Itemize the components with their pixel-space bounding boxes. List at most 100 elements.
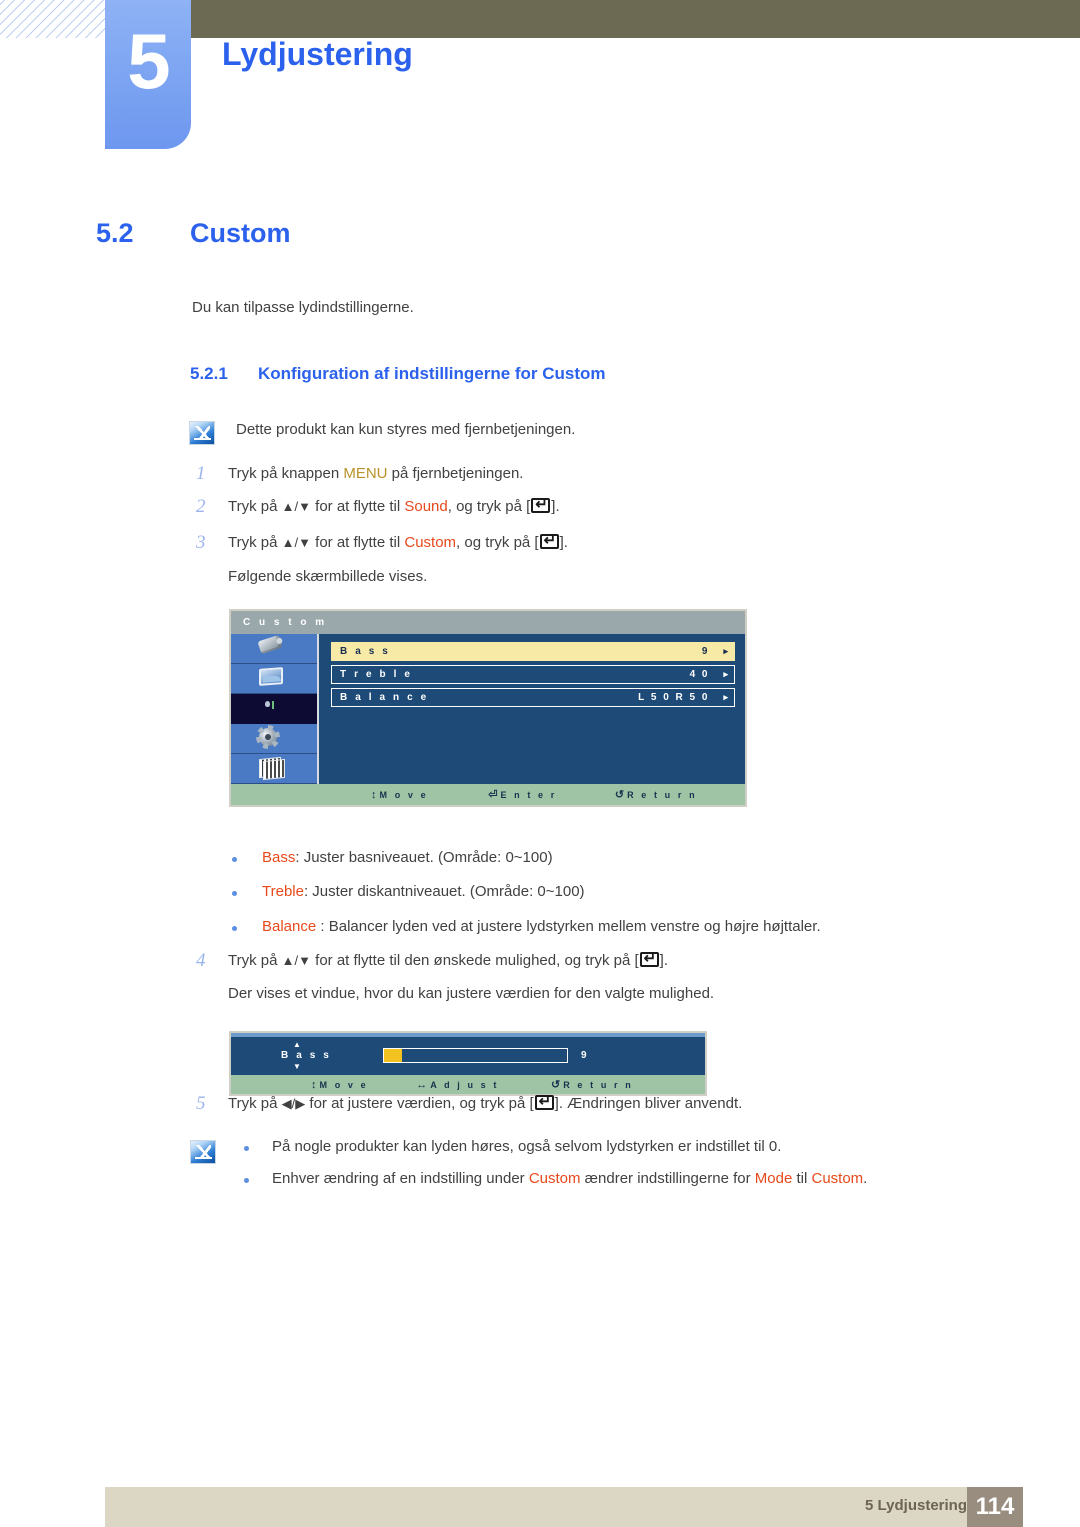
note-top-text: Dette produkt kan kun styres med fjernbe… (236, 421, 576, 438)
hatch-decoration (0, 0, 106, 38)
text-run: ]. Ændringen bliver anvendt. (554, 1095, 743, 1112)
bullet-marker (232, 857, 237, 862)
osd-adjust-value: 9 (581, 1050, 587, 1061)
return-arrow-icon: ↺ (614, 789, 625, 801)
text-run: ]. (551, 498, 560, 515)
osd-footer-move-label: M o v e (379, 789, 429, 800)
enter-key-icon (531, 495, 551, 513)
osd-adjust-screenshot: ▲ B a s s ▼ 9 ↕ M o v e ↔ A d j u s t ↺ R e… (229, 1031, 707, 1096)
keyword-highlight: Mode (754, 1170, 793, 1187)
osd-adjust-slider-fill (384, 1049, 402, 1062)
keyword-highlight: Balance (262, 918, 317, 935)
text-run: for at flytte til (310, 498, 405, 515)
text-run: Tryk på knappen (228, 465, 344, 482)
osd-sidebar (231, 634, 319, 784)
chevron-right-icon: ▸ (723, 669, 728, 679)
osd-menu-screenshot: C u s t o m B a s s 9 ▸ T r e b l e 4 0 … (229, 609, 747, 807)
text-run: Enhver ændring af en indstilling under (272, 1170, 529, 1187)
section-title: Custom (190, 218, 291, 248)
osd-footer-enter: ⏎ E n t e r (488, 788, 557, 801)
page-number: 114 (975, 1493, 1015, 1520)
chevron-right-icon: ▸ (723, 692, 728, 702)
step-text: Tryk på ◀/▶ for at justere værdien, og t… (228, 1092, 743, 1112)
text-run: På nogle produkter kan lyden høres, også… (272, 1138, 782, 1155)
keyword-highlight: Custom (811, 1170, 864, 1187)
enter-key-icon (534, 1092, 554, 1110)
osd-adjust-adjust: ↔ A d j u s t (416, 1079, 499, 1091)
enter-key-icon (539, 531, 559, 549)
osd-sidebar-item-picture[interactable] (231, 664, 317, 694)
osd-rows: B a s s 9 ▸ T r e b l e 4 0 ▸ B a l a n … (319, 634, 745, 784)
down-arrow-icon: ▼ (293, 1062, 301, 1071)
text-run: ]. (559, 534, 568, 551)
osd-adjust-adjust-label: A d j u s t (430, 1079, 499, 1090)
return-arrow-icon: ↺ (551, 1079, 561, 1091)
osd-row-value: L 5 0 R 5 0 (638, 692, 710, 703)
step-number: 3 (196, 532, 206, 553)
osd-footer-return-label: R e t u r n (627, 789, 698, 800)
footer-page-box: 114 (967, 1487, 1023, 1527)
text-run: for at flytte til (310, 534, 405, 551)
osd-sidebar-item-multicontrol[interactable] (231, 754, 317, 784)
osd-footer-enter-label: E n t e r (500, 789, 557, 800)
arrow-glyphs: ◀/▶ (281, 1096, 306, 1111)
bullet-marker (232, 891, 237, 896)
keyword-menu: MENU (343, 465, 388, 482)
section-intro: Du kan tilpasse lydindstillingerne. (192, 299, 414, 316)
updown-arrow-icon: ↕ (311, 1078, 317, 1091)
enter-arrow-icon: ⏎ (488, 789, 498, 801)
chevron-right-icon: ▸ (723, 646, 728, 656)
chapter-title: Lydjustering (222, 36, 413, 72)
osd-sidebar-item-setup[interactable] (231, 724, 317, 754)
text-run: Tryk på (228, 534, 282, 551)
keyword-highlight: Bass (262, 849, 296, 866)
osd-row-value: 4 0 (689, 669, 710, 680)
up-arrow-icon: ▲ (293, 1040, 301, 1049)
subsection-title: Konfiguration af indstillingerne for Cus… (258, 364, 606, 383)
layers-icon (259, 758, 283, 777)
chapter-number: 5 (127, 17, 170, 105)
arrow-glyphs: ▲/▼ (281, 535, 311, 550)
text-run: Tryk på (228, 498, 282, 515)
header-olive-bar (190, 0, 1080, 38)
note-pen-icon (190, 1140, 216, 1164)
step-text: Tryk på ▲/▼ for at flytte til Sound, og … (228, 495, 560, 515)
osd-adjust-slider[interactable] (383, 1048, 568, 1063)
subsection-number: 5.2.1 (190, 364, 228, 383)
text-run: , og tryk på [ (447, 498, 531, 515)
bullet-marker (232, 926, 237, 931)
keyword-highlight: Custom (404, 534, 457, 551)
osd-sidebar-item-projector[interactable] (231, 634, 317, 664)
osd-footer-return: ↺ R e t u r n (615, 788, 697, 801)
step-number: 1 (196, 463, 206, 484)
step-number: 4 (196, 950, 206, 971)
bullet-text: Treble: Juster diskantniveauet. (Område:… (262, 883, 585, 900)
bullet-marker (244, 1146, 249, 1151)
osd-row-balance[interactable]: B a l a n c e L 5 0 R 5 0 ▸ (331, 688, 735, 707)
osd-footer-move: ↕ M o v e (371, 789, 428, 801)
step-number: 2 (196, 496, 206, 517)
text-run: : Balancer lyden ved at justere lydstyrk… (316, 918, 821, 935)
text-run: ændrer indstillingerne for (580, 1170, 755, 1187)
osd-row-treble[interactable]: T r e b l e 4 0 ▸ (331, 665, 735, 684)
text-run: for at justere værdien, og tryk på [ (305, 1095, 534, 1112)
note-bottom-text: Enhver ændring af en indstilling under C… (272, 1170, 867, 1187)
keyword-highlight: Treble (262, 883, 304, 900)
osd-row-bass[interactable]: B a s s 9 ▸ (331, 642, 735, 661)
text-run: : Juster basniveauet. (Område: 0~100) (295, 849, 553, 866)
picture-icon (259, 666, 283, 686)
step-text: Tryk på knappen MENU på fjernbetjeningen… (228, 465, 523, 482)
osd-row-label: T r e b l e (340, 669, 413, 680)
osd-row-label: B a s s (340, 646, 391, 657)
step4-followup: Der vises et vindue, hvor du kan justere… (228, 985, 715, 1002)
after-step3-text: Følgende skærmbillede vises. (228, 568, 428, 585)
keyword-highlight: Sound (404, 498, 448, 515)
osd-sidebar-item-sound[interactable] (231, 694, 317, 724)
gear-icon (259, 727, 277, 746)
bullet-text: Balance : Balancer lyden ved at justere … (262, 918, 821, 935)
osd-adjust-move-label: M o v e (319, 1079, 369, 1090)
projector-icon (257, 634, 283, 654)
leftright-arrow-icon: ↔ (416, 1078, 428, 1091)
note-bottom-text: På nogle produkter kan lyden høres, også… (272, 1138, 781, 1155)
osd-row-value: 9 (701, 646, 710, 657)
